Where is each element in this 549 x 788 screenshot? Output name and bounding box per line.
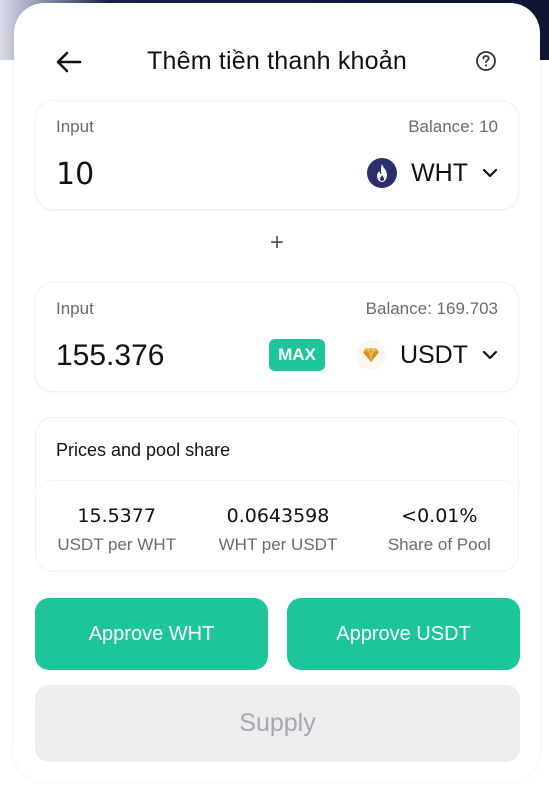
approve-usdt-button[interactable]: Approve USDT [287,598,520,670]
prices-stats: 15.5377 USDT per WHT 0.0643598 WHT per U… [36,480,520,572]
approve-wht-button[interactable]: Approve WHT [35,598,268,670]
input-label: Input [56,117,94,136]
stat-label: USDT per WHT [57,535,177,554]
stat-label: WHT per USDT [218,535,338,554]
amount-input[interactable]: 10 [56,157,94,192]
add-liquidity-card: Thêm tiền thanh khoản Input Balance: 10 … [14,3,540,781]
plus-symbol: + [269,229,284,256]
input-panel-usdt: Input Balance: 169.703 155.376 MAX USDT [35,282,519,392]
token-name: WHT [411,158,468,187]
stat-value: 15.5377 [77,505,156,527]
prices-title: Prices and pool share [56,440,231,460]
stat-usdt-per-wht: 15.5377 USDT per WHT [36,481,197,572]
chevron-down-icon [482,168,498,178]
question-circle-icon [476,51,496,71]
balance-text: Balance: 10 [408,117,498,136]
input-label: Input [56,299,94,318]
chevron-down-icon [482,350,498,360]
stat-value: <0.01% [401,505,478,527]
stat-label: Share of Pool [387,535,491,554]
token-select-usdt[interactable]: USDT [355,335,498,375]
balance-text: Balance: 169.703 [365,299,498,318]
stat-value: 0.0643598 [226,505,330,527]
supply-button[interactable]: Supply [35,685,520,762]
stat-share-of-pool: <0.01% Share of Pool [359,481,520,572]
token-select-wht[interactable]: WHT [367,153,498,193]
max-button[interactable]: MAX [269,339,325,371]
help-button[interactable] [474,49,498,73]
stat-wht-per-usdt: 0.0643598 WHT per USDT [197,481,358,572]
input-panel-wht: Input Balance: 10 10 WHT [35,100,519,210]
amount-input[interactable]: 155.376 [56,339,164,373]
token-name: USDT [399,340,468,369]
heco-flame-icon [367,158,398,188]
usdt-gem-icon [355,340,386,370]
page-title: Thêm tiền thanh khoản [147,47,407,75]
prices-pool-share-panel: Prices and pool share 15.5377 USDT per W… [35,417,520,572]
